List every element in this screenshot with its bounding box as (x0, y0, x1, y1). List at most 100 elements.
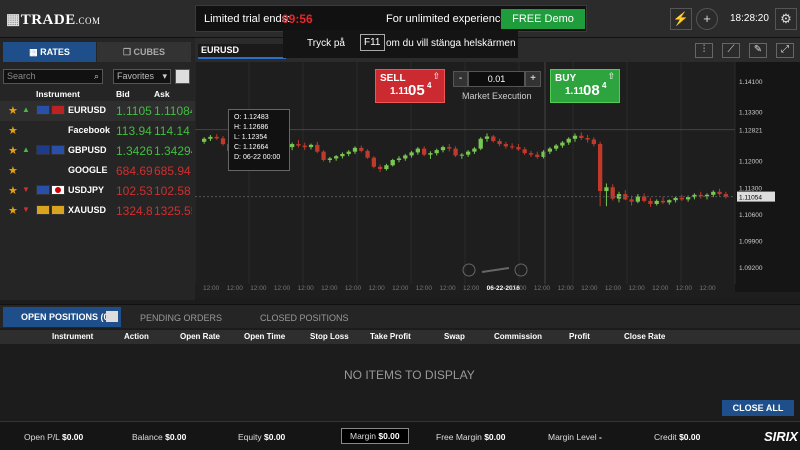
ask-price[interactable]: 1.34294 (154, 144, 192, 158)
quantity-minus-button[interactable]: - (453, 71, 468, 87)
bid-price[interactable]: 684.69 (116, 164, 152, 178)
star-icon[interactable]: ★ (8, 124, 18, 137)
instrument-row[interactable]: ★ GOOGLE 684.69 685.94 (0, 161, 195, 181)
chart-symbol-tab[interactable]: EURUSD (198, 44, 286, 59)
candle-body (547, 148, 552, 152)
list-view-icon[interactable] (175, 69, 190, 84)
col-ask[interactable]: Ask (154, 89, 170, 99)
tab-pending-orders[interactable]: PENDING ORDERS (140, 313, 222, 323)
candle-body (535, 154, 540, 157)
ohlc-close-label: C: (234, 144, 241, 151)
candle-body (440, 147, 446, 151)
bid-price[interactable]: 1.34263 (116, 144, 152, 158)
candle-body (296, 144, 301, 146)
column-header[interactable]: Take Profit (370, 332, 411, 341)
column-header[interactable]: Instrument (52, 332, 93, 341)
free-demo-button[interactable]: FREE Demo (501, 9, 585, 29)
quantity-input[interactable]: 0.01 (468, 71, 525, 87)
time-tick-label: 12:00 (345, 285, 362, 292)
bid-price[interactable]: 113.94 (116, 124, 152, 138)
hint-key: F11 (360, 34, 385, 51)
expand-icon[interactable]: ⤢ (776, 43, 794, 58)
settings-gear-icon[interactable]: ⚙ (775, 8, 797, 30)
table-icon[interactable] (106, 311, 118, 322)
instrument-row[interactable]: ★ ▼ XAUUSD 1324.851325.55 (0, 201, 195, 221)
favorites-select[interactable]: Favorites ▾ (113, 69, 171, 84)
rates-panel: ▦ RATES ❒ CUBES Search ⌕ Favorites ▾ Instr… (0, 38, 195, 300)
grid-logo-icon: ▦ (6, 12, 21, 28)
candle-body (598, 144, 603, 192)
ohlc-low: L: 1.12354 (234, 133, 284, 143)
tab-open-positions[interactable]: OPEN POSITIONS (0) (3, 307, 121, 327)
candle-body (428, 153, 433, 155)
arrow-down-icon: ▼ (22, 205, 30, 214)
candle-body (334, 156, 339, 159)
footer-stat-label: Free Margin (436, 432, 482, 442)
draw-icon[interactable]: ✎ (749, 43, 767, 58)
column-header[interactable]: Stop Loss (310, 332, 349, 341)
quantity-plus-button[interactable]: + (525, 71, 541, 87)
sell-button[interactable]: SELL ⇧ 1.11 05 4 (375, 69, 445, 103)
sell-arrow-icon: ⇧ (432, 71, 440, 81)
line-chart-icon[interactable]: ⟋ (722, 43, 740, 58)
price-tick-label: 1.10600 (739, 212, 763, 219)
instrument-row[interactable]: ★ ▲ GBPUSD 1.342631.34294 (0, 141, 195, 161)
candle-body (321, 151, 326, 160)
time-tick-label: 12:00 (321, 285, 338, 292)
column-header[interactable]: Open Time (244, 332, 285, 341)
time-tick-label: 12:00 (439, 285, 456, 292)
col-bid[interactable]: Bid (116, 89, 130, 99)
star-icon[interactable]: ★ (8, 164, 18, 177)
star-icon[interactable]: ★ (8, 184, 18, 197)
candle-body (560, 142, 565, 146)
candle-body (686, 197, 691, 200)
arrow-up-icon: ▲ (22, 145, 30, 154)
instrument-row[interactable]: ★ ▼ USDJPY 102.53 102.58 (0, 181, 195, 201)
lightning-icon[interactable]: ⚡ (670, 8, 692, 30)
ohlc-tooltip: O: 1.12483 H: 1.12686 L: 1.12354 C: 1.12… (228, 109, 290, 171)
column-header[interactable]: Open Rate (180, 332, 220, 341)
star-icon[interactable]: ★ (8, 104, 18, 117)
bid-price[interactable]: 1.11052 (116, 104, 152, 118)
price-tick-label: 1.14100 (739, 79, 763, 86)
ask-price[interactable]: 1.11084 (154, 104, 192, 118)
star-icon[interactable]: ★ (8, 144, 18, 157)
column-header[interactable]: Swap (444, 332, 465, 341)
column-header[interactable]: Action (124, 332, 149, 341)
ohlc-date: D: 06-22 00:00 (234, 153, 284, 163)
sirix-logo: SIRIX (764, 429, 798, 444)
footer-stat-label: Margin Level (548, 432, 597, 442)
tab-rates[interactable]: ▦ RATES (3, 42, 96, 62)
candle-body (371, 157, 376, 167)
col-instrument[interactable]: Instrument (36, 89, 80, 99)
ohlc-high: H: 1.12686 (234, 123, 284, 133)
instrument-symbol: Facebook (68, 125, 111, 135)
close-all-button[interactable]: CLOSE ALL (722, 400, 794, 416)
instrument-row[interactable]: ★ Facebook 113.94 114.14 (0, 121, 195, 141)
search-input[interactable]: Search ⌕ (3, 69, 103, 84)
instrument-row[interactable]: ★ ▲ EURUSD 1.110521.11084 (0, 101, 195, 121)
bid-price[interactable]: 1324.85 (116, 204, 152, 218)
ask-price[interactable]: 685.94 (154, 164, 192, 178)
candle-body (491, 136, 496, 142)
candle-type-icon[interactable]: ⫶ (695, 43, 713, 58)
ask-price[interactable]: 1325.55 (154, 204, 192, 218)
tab-closed-positions[interactable]: CLOSED POSITIONS (260, 313, 349, 323)
add-icon[interactable]: + (696, 8, 718, 30)
bid-price[interactable]: 102.53 (116, 184, 152, 198)
ask-price[interactable]: 102.58 (154, 184, 192, 198)
buy-button[interactable]: BUY ⇧ 1.11 08 4 (550, 69, 620, 103)
trial-timer: 09:56 (282, 12, 313, 26)
column-header[interactable]: Close Rate (624, 332, 665, 341)
column-header[interactable]: Profit (569, 332, 590, 341)
ask-price[interactable]: 114.14 (154, 124, 192, 138)
footer-stat: Margin Level - (548, 432, 602, 442)
sell-price-big: 05 (408, 82, 425, 99)
time-tick-label: 12:00 (416, 285, 433, 292)
candle-body (466, 151, 471, 155)
column-header[interactable]: Commission (494, 332, 542, 341)
candle-body (384, 165, 389, 170)
positions-tabs: OPEN POSITIONS (0) PENDING ORDERS CLOSED… (0, 304, 800, 328)
star-icon[interactable]: ★ (8, 204, 18, 217)
tab-cubes[interactable]: ❒ CUBES (97, 42, 191, 62)
